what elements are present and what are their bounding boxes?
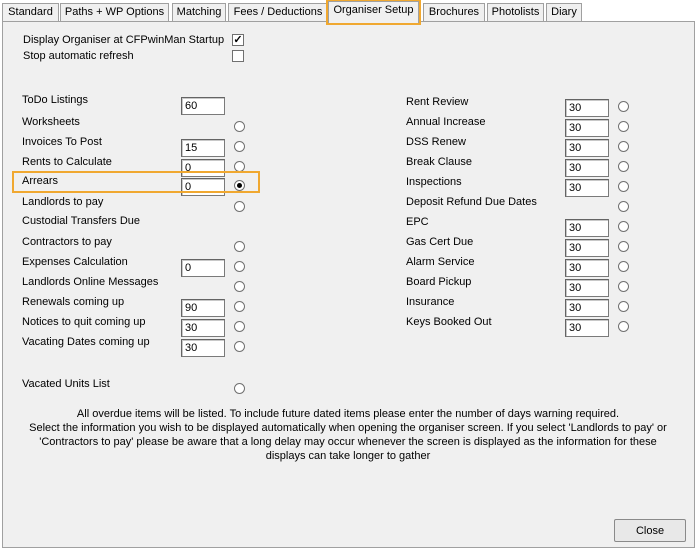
- tab-organiser-setup[interactable]: Organiser Setup: [326, 0, 421, 25]
- insurance-label: Insurance: [406, 296, 455, 308]
- epc-days-input[interactable]: 30: [565, 219, 609, 237]
- deposit-refund-due-dates-label: Deposit Refund Due Dates: [406, 196, 537, 208]
- board-pickup-days-input[interactable]: 30: [565, 279, 609, 297]
- landlords-to-pay-label: Landlords to pay: [22, 196, 104, 208]
- tab-standard[interactable]: Standard: [2, 3, 59, 22]
- landlords-online-messages-radio[interactable]: [234, 281, 245, 292]
- renewals-coming-up-label: Renewals coming up: [22, 296, 125, 308]
- rents-to-calculate-label: Rents to Calculate: [22, 156, 112, 168]
- rents-to-calculate-radio[interactable]: [234, 161, 245, 172]
- tab-bar: Standard Paths + WP Options Matching Fees /…: [0, 0, 697, 25]
- info-text: All overdue items will be listed. To inc…: [23, 407, 673, 463]
- epc-label: EPC: [406, 216, 429, 228]
- renewals-coming-up-days-input[interactable]: 90: [181, 299, 225, 317]
- board-pickup-radio[interactable]: [618, 281, 629, 292]
- epc-radio[interactable]: [618, 221, 629, 232]
- info-line: 'Contractors to pay' please be aware tha…: [39, 436, 657, 448]
- tab-matching[interactable]: Matching: [172, 3, 226, 22]
- display-startup-checkbox[interactable]: ✓: [232, 34, 244, 46]
- close-button[interactable]: Close: [614, 519, 686, 542]
- vacating-dates-coming-up-radio[interactable]: [234, 341, 245, 352]
- display-startup-label: Display Organiser at CFPwinMan Startup: [23, 34, 225, 46]
- expenses-calculation-label: Expenses Calculation: [22, 256, 128, 268]
- renewals-coming-up-radio[interactable]: [234, 301, 245, 312]
- rent-review-days-input[interactable]: 30: [565, 99, 609, 117]
- todo-listings-label: ToDo Listings: [22, 94, 89, 106]
- dss-renew-radio[interactable]: [618, 141, 629, 152]
- keys-booked-out-label: Keys Booked Out: [406, 316, 492, 328]
- invoices-to-post-days-input[interactable]: 15: [181, 139, 225, 157]
- dss-renew-days-input[interactable]: 30: [565, 139, 609, 157]
- annual-increase-radio[interactable]: [618, 121, 629, 132]
- stop-refresh-label: Stop automatic refresh: [23, 50, 134, 62]
- annual-increase-days-input[interactable]: 30: [565, 119, 609, 137]
- tab-photolists[interactable]: Photolists: [487, 3, 544, 22]
- tab-diary[interactable]: Diary: [546, 3, 582, 22]
- inspections-days-input[interactable]: 30: [565, 179, 609, 197]
- inspections-radio[interactable]: [618, 181, 629, 192]
- stop-refresh-checkbox[interactable]: [232, 50, 244, 62]
- gas-cert-due-days-input[interactable]: 30: [565, 239, 609, 257]
- vacating-dates-coming-up-label: Vacating Dates coming up: [22, 336, 150, 348]
- gas-cert-due-radio[interactable]: [618, 241, 629, 252]
- invoices-to-post-radio[interactable]: [234, 141, 245, 152]
- tab-fees-deductions[interactable]: Fees / Deductions: [228, 3, 328, 22]
- worksheets-radio[interactable]: [234, 121, 245, 132]
- break-clause-days-input[interactable]: 30: [565, 159, 609, 177]
- break-clause-radio[interactable]: [618, 161, 629, 172]
- tab-paths-wp-options[interactable]: Paths + WP Options: [60, 3, 169, 22]
- worksheets-label: Worksheets: [22, 116, 80, 128]
- invoices-to-post-label: Invoices To Post: [22, 136, 102, 148]
- info-line: displays can take longer to gather: [265, 450, 431, 462]
- landlords-online-messages-label: Landlords Online Messages: [22, 276, 159, 288]
- gas-cert-due-label: Gas Cert Due: [406, 236, 474, 248]
- todo-listings-days-input[interactable]: 60: [181, 97, 225, 115]
- vacated-units-list-label: Vacated Units List: [22, 378, 110, 390]
- rents-to-calculate-days-input[interactable]: 0: [181, 159, 225, 177]
- vacated-units-list-radio[interactable]: [234, 383, 245, 394]
- annual-increase-label: Annual Increase: [406, 116, 486, 128]
- vacating-dates-coming-up-days-input[interactable]: 30: [181, 339, 225, 357]
- arrears-radio[interactable]: [234, 180, 245, 191]
- insurance-radio[interactable]: [618, 301, 629, 312]
- arrears-days-input[interactable]: 0: [181, 178, 225, 196]
- contractors-to-pay-label: Contractors to pay: [22, 236, 112, 248]
- contractors-to-pay-radio[interactable]: [234, 241, 245, 252]
- arrears-label: Arrears: [22, 175, 59, 187]
- insurance-days-input[interactable]: 30: [565, 299, 609, 317]
- inspections-label: Inspections: [406, 176, 462, 188]
- expenses-calculation-days-input[interactable]: 0: [181, 259, 225, 277]
- alarm-service-days-input[interactable]: 30: [565, 259, 609, 277]
- landlords-to-pay-radio[interactable]: [234, 201, 245, 212]
- rent-review-radio[interactable]: [618, 101, 629, 112]
- notices-to-quit-coming-up-radio[interactable]: [234, 321, 245, 332]
- board-pickup-label: Board Pickup: [406, 276, 472, 288]
- info-line: All overdue items will be listed. To inc…: [76, 408, 620, 420]
- break-clause-label: Break Clause: [406, 156, 473, 168]
- info-line: Select the information you wish to be di…: [29, 422, 667, 434]
- custodial-transfers-due-label: Custodial Transfers Due: [22, 215, 140, 227]
- alarm-service-label: Alarm Service: [406, 256, 475, 268]
- keys-booked-out-radio[interactable]: [618, 321, 629, 332]
- deposit-refund-due-dates-radio[interactable]: [618, 201, 629, 212]
- tab-brochures[interactable]: Brochures: [423, 3, 485, 22]
- keys-booked-out-days-input[interactable]: 30: [565, 319, 609, 337]
- notices-to-quit-coming-up-days-input[interactable]: 30: [181, 319, 225, 337]
- alarm-service-radio[interactable]: [618, 261, 629, 272]
- expenses-calculation-radio[interactable]: [234, 261, 245, 272]
- organiser-setup-panel: Display Organiser at CFPwinMan Startup ✓…: [2, 21, 695, 548]
- dss-renew-label: DSS Renew: [406, 136, 466, 148]
- notices-to-quit-coming-up-label: Notices to quit coming up: [22, 316, 146, 328]
- rent-review-label: Rent Review: [406, 96, 469, 108]
